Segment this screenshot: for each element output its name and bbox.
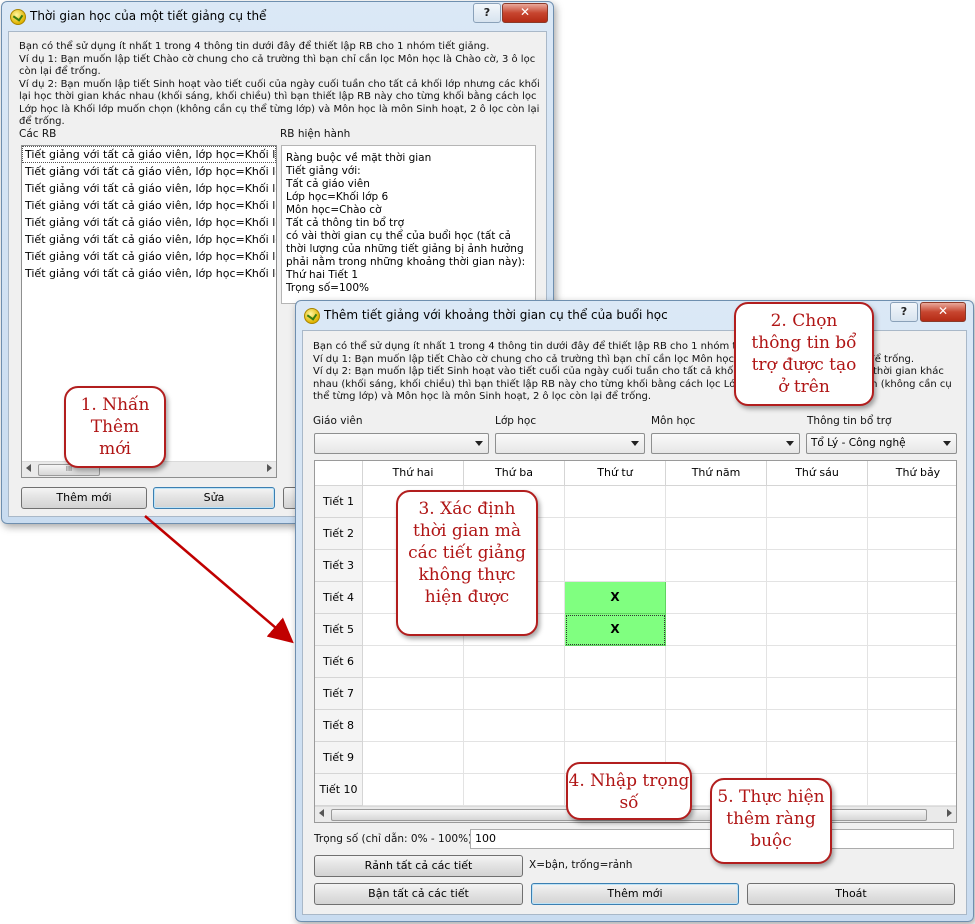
list-item[interactable]: Tiết giảng với tất cả giáo viên, lớp học… bbox=[22, 231, 276, 248]
timetable-cell[interactable] bbox=[868, 646, 956, 678]
timetable-cell[interactable] bbox=[464, 742, 565, 774]
callout-step-3: 3. Xác định thời gian mà các tiết giảng … bbox=[396, 490, 538, 636]
callout-step-4: 4. Nhập trọng số bbox=[566, 762, 692, 820]
timetable-cell[interactable] bbox=[565, 518, 666, 550]
timetable-cell[interactable] bbox=[868, 550, 956, 582]
close-button[interactable]: ✕ bbox=[502, 3, 548, 23]
timetable-cell[interactable] bbox=[868, 710, 956, 742]
timetable-cell[interactable] bbox=[666, 582, 767, 614]
timetable-cell[interactable] bbox=[565, 678, 666, 710]
list-item[interactable]: Tiết giảng với tất cả giáo viên, lớp học… bbox=[22, 197, 276, 214]
timetable-cell[interactable] bbox=[868, 774, 956, 806]
timetable-cell[interactable] bbox=[767, 550, 868, 582]
timetable-cell[interactable] bbox=[767, 582, 868, 614]
current-rb-label: RB hiện hành bbox=[280, 128, 351, 140]
app-icon bbox=[10, 9, 26, 25]
timetable-cell[interactable] bbox=[868, 614, 956, 646]
free-all-button[interactable]: Rảnh tất cả các tiết bbox=[314, 855, 523, 877]
extra-info-label: Thông tin bổ trợ bbox=[807, 415, 892, 427]
timetable-cell[interactable] bbox=[565, 486, 666, 518]
list-item[interactable]: Tiết giảng với tất cả giáo viên, lớp học… bbox=[22, 265, 276, 282]
class-label: Lớp học bbox=[495, 415, 537, 427]
timetable-cell[interactable] bbox=[363, 742, 464, 774]
extra-info-combo-value: Tổ Lý - Công nghệ bbox=[811, 437, 906, 449]
help-button[interactable]: ? bbox=[890, 302, 918, 322]
timetable-cell[interactable]: X bbox=[565, 614, 666, 646]
timetable-cell[interactable] bbox=[868, 518, 956, 550]
add-new-button[interactable]: Thêm mới bbox=[531, 883, 739, 905]
list-item[interactable]: Tiết giảng với tất cả giáo viên, lớp học… bbox=[22, 146, 276, 163]
timetable-cell[interactable] bbox=[767, 518, 868, 550]
legend-text: X=bận, trống=rảnh bbox=[529, 859, 633, 871]
chevron-down-icon bbox=[475, 441, 483, 446]
timetable-cell[interactable] bbox=[464, 678, 565, 710]
exit-button[interactable]: Thoát bbox=[747, 883, 955, 905]
timetable-cell[interactable] bbox=[565, 550, 666, 582]
timetable-cell[interactable] bbox=[666, 518, 767, 550]
timetable-cell[interactable] bbox=[868, 742, 956, 774]
timetable-cell[interactable] bbox=[666, 614, 767, 646]
timetable-cell[interactable]: X bbox=[565, 582, 666, 614]
timetable-cell[interactable] bbox=[666, 550, 767, 582]
timetable-cell[interactable] bbox=[363, 774, 464, 806]
timetable-cell[interactable] bbox=[767, 742, 868, 774]
timetable-cell[interactable] bbox=[666, 646, 767, 678]
teacher-combo[interactable] bbox=[314, 433, 489, 454]
timetable-cell[interactable] bbox=[868, 582, 956, 614]
timetable-cell[interactable] bbox=[363, 646, 464, 678]
list-item[interactable]: Tiết giảng với tất cả giáo viên, lớp học… bbox=[22, 180, 276, 197]
class-combo[interactable] bbox=[495, 433, 645, 454]
chevron-down-icon bbox=[631, 441, 639, 446]
list-item[interactable]: Tiết giảng với tất cả giáo viên, lớp học… bbox=[22, 163, 276, 180]
edit-button[interactable]: Sửa bbox=[153, 487, 275, 509]
window-title: Thời gian học của một tiết giảng cụ thể bbox=[30, 9, 267, 23]
rb-list-label: Các RB bbox=[19, 128, 57, 140]
chevron-down-icon bbox=[943, 441, 951, 446]
timetable-cell[interactable] bbox=[868, 486, 956, 518]
timetable-cell[interactable] bbox=[464, 710, 565, 742]
list-item[interactable]: Tiết giảng với tất cả giáo viên, lớp học… bbox=[22, 248, 276, 265]
help-button[interactable]: ? bbox=[473, 3, 501, 23]
app-icon bbox=[304, 308, 320, 324]
timetable-cell[interactable] bbox=[666, 486, 767, 518]
timetable-cell[interactable] bbox=[464, 646, 565, 678]
scroll-right-icon[interactable] bbox=[947, 809, 952, 817]
scroll-left-icon[interactable] bbox=[26, 464, 31, 472]
timetable-cell[interactable] bbox=[565, 710, 666, 742]
extra-info-combo[interactable]: Tổ Lý - Công nghệ bbox=[806, 433, 957, 454]
timetable-cell[interactable] bbox=[464, 774, 565, 806]
callout-step-2: 2. Chọn thông tin bổ trợ được tạo ở trên bbox=[734, 302, 874, 406]
scroll-left-icon[interactable] bbox=[319, 809, 324, 817]
weight-label: Trọng số (chỉ dẫn: 0% - 100%) bbox=[314, 833, 473, 845]
timetable-cell[interactable] bbox=[363, 678, 464, 710]
timetable-cell[interactable] bbox=[767, 710, 868, 742]
list-item[interactable]: Tiết giảng với tất cả giáo viên, lớp học… bbox=[22, 214, 276, 231]
teacher-label: Giáo viên bbox=[313, 415, 363, 427]
subject-label: Môn học bbox=[651, 415, 696, 427]
subject-combo[interactable] bbox=[651, 433, 800, 454]
window-titlebar: Thời gian học của một tiết giảng cụ thể … bbox=[2, 2, 553, 30]
scroll-right-icon[interactable] bbox=[267, 464, 272, 472]
add-new-button[interactable]: Thêm mới bbox=[21, 487, 147, 509]
timetable-cell[interactable] bbox=[767, 646, 868, 678]
close-button[interactable]: ✕ bbox=[920, 302, 966, 322]
timetable-cell[interactable] bbox=[666, 678, 767, 710]
timetable-cell[interactable] bbox=[767, 678, 868, 710]
timetable-cell[interactable] bbox=[666, 710, 767, 742]
description-text: Bạn có thể sử dụng ít nhất 1 trong 4 thô… bbox=[19, 41, 540, 127]
timetable-cell[interactable] bbox=[565, 646, 666, 678]
timetable-cell[interactable] bbox=[868, 678, 956, 710]
timetable-cell[interactable] bbox=[767, 486, 868, 518]
window-title: Thêm tiết giảng với khoảng thời gian cụ … bbox=[324, 308, 668, 322]
chevron-down-icon bbox=[786, 441, 794, 446]
timetable-cell[interactable] bbox=[363, 710, 464, 742]
current-rb-text: Ràng buộc về mặt thời gian Tiết giảng vớ… bbox=[281, 145, 536, 304]
busy-all-button[interactable]: Bận tất cả các tiết bbox=[314, 883, 523, 905]
timetable-cell[interactable] bbox=[767, 614, 868, 646]
